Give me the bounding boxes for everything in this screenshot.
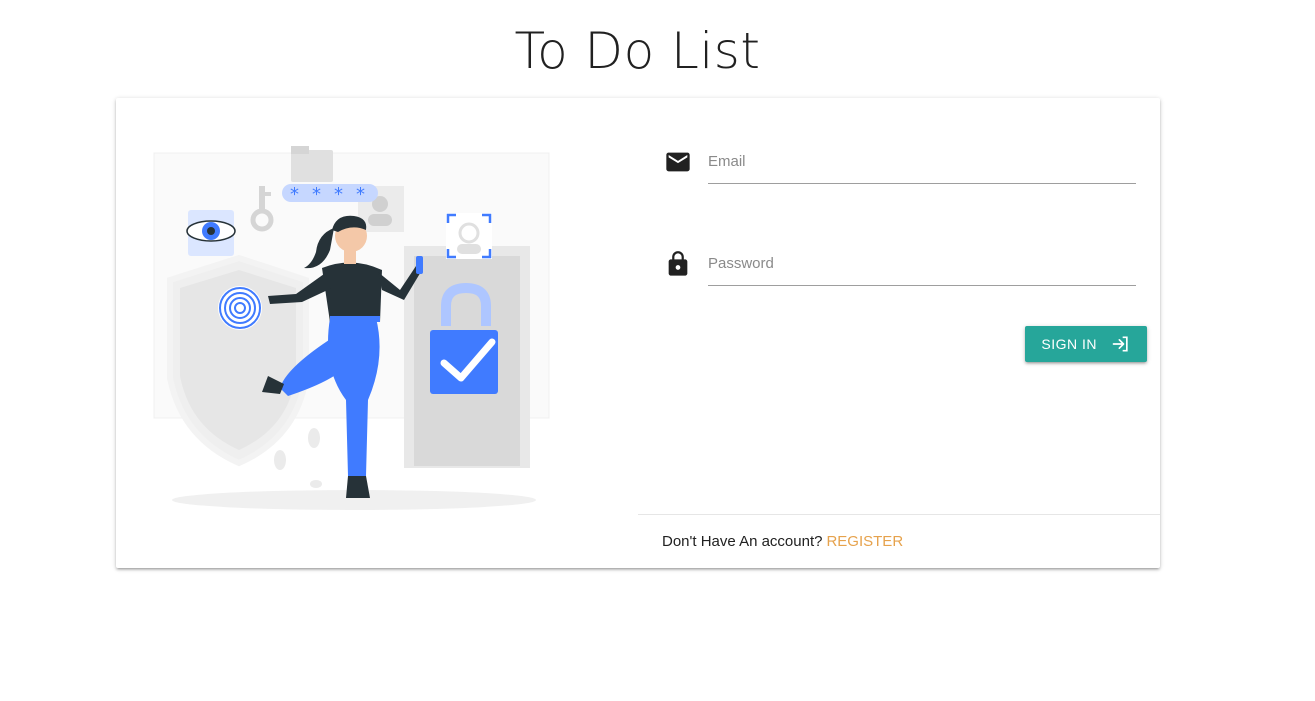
login-form: SIGN IN Don't Have An account? REGISTER — [638, 98, 1160, 568]
register-prompt-bar: Don't Have An account? REGISTER — [638, 514, 1160, 568]
page-title: To Do List — [514, 22, 761, 80]
sign-in-label: SIGN IN — [1041, 336, 1097, 352]
email-field-group — [662, 144, 1136, 184]
lock-icon — [668, 251, 688, 276]
register-link[interactable]: REGISTER — [826, 533, 903, 550]
password-input[interactable] — [708, 246, 1136, 286]
password-field-group — [662, 246, 1136, 286]
svg-text:*: * — [312, 184, 321, 205]
security-illustration: * * * * — [153, 146, 550, 510]
email-icon — [666, 152, 690, 172]
login-icon — [1112, 336, 1128, 352]
sign-in-button[interactable]: SIGN IN — [1025, 326, 1147, 362]
register-prompt: Don't Have An account? — [662, 533, 823, 550]
svg-text:*: * — [290, 184, 299, 205]
email-input[interactable] — [708, 144, 1136, 184]
login-card: * * * * Email SIGN IN Don't Have An acco… — [116, 98, 1160, 568]
svg-text:*: * — [356, 184, 365, 205]
svg-text:*: * — [334, 184, 343, 205]
